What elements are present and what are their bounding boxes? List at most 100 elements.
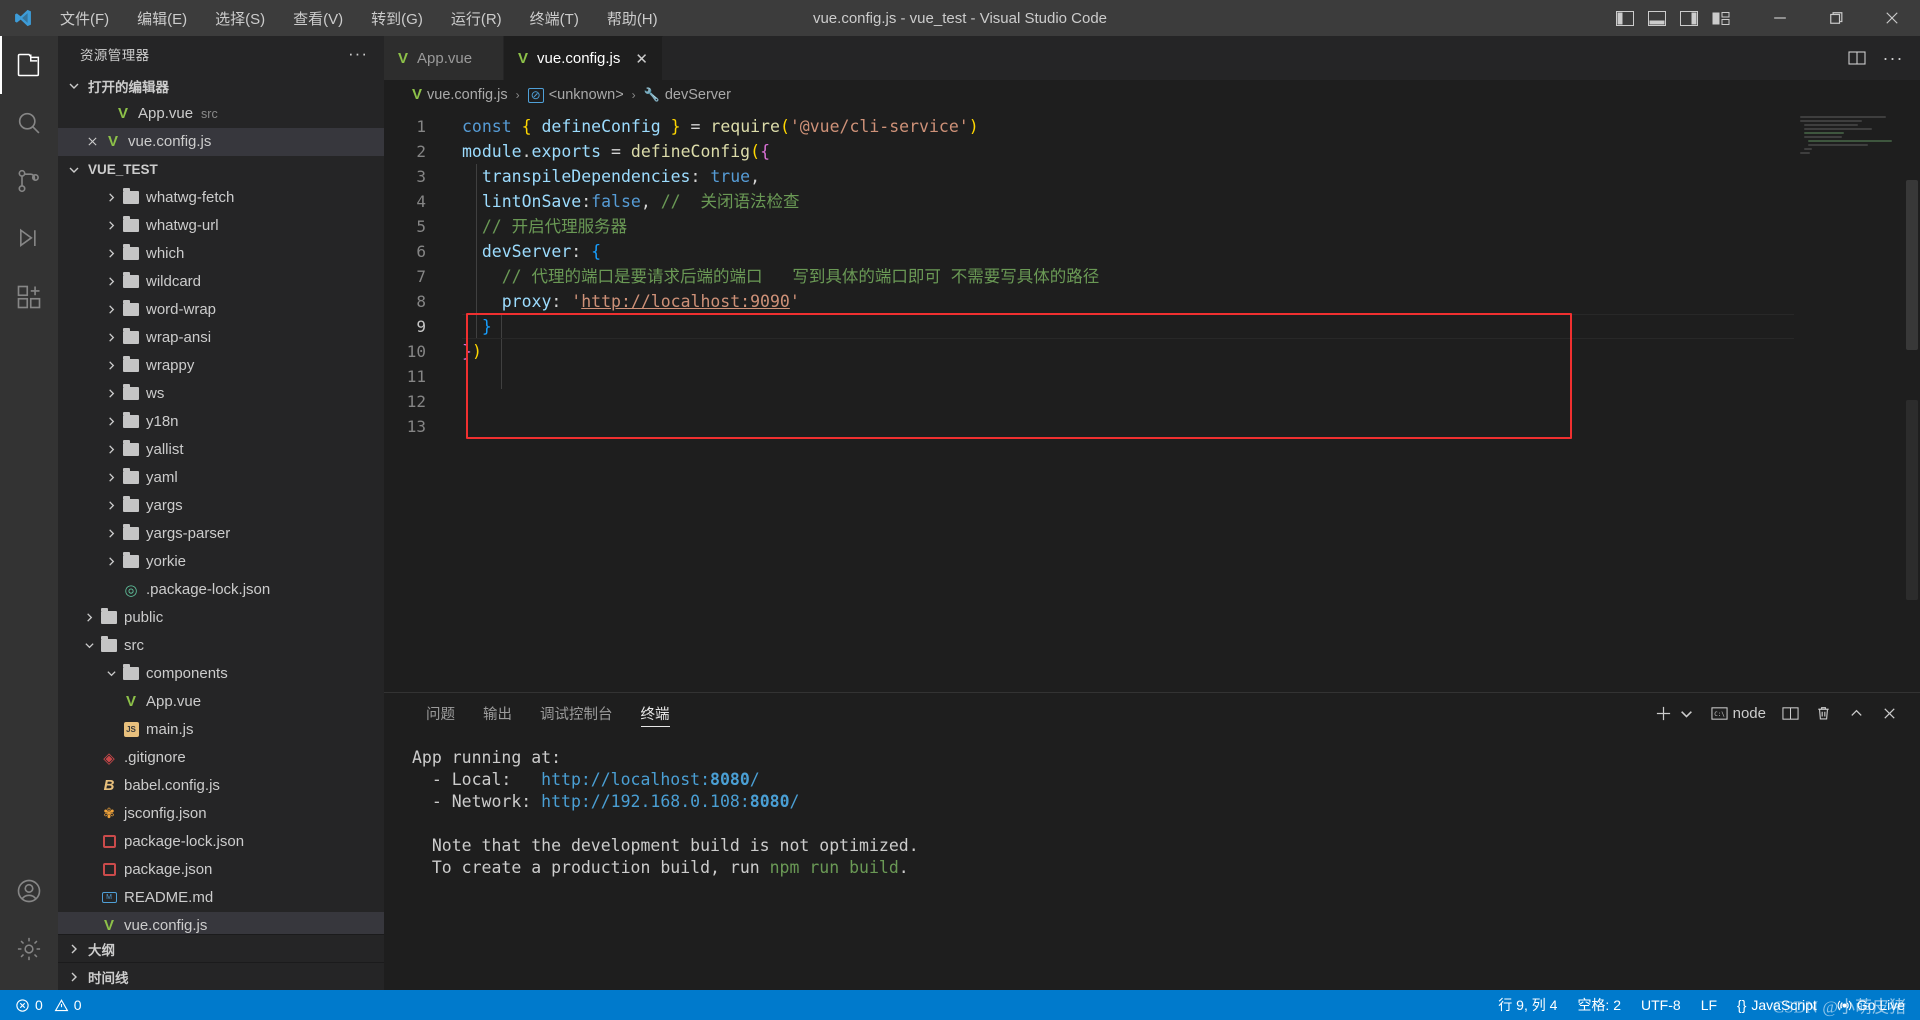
tab-vue-config-js[interactable]: V vue.config.js ✕	[504, 36, 663, 80]
chevron-right-icon[interactable]	[102, 220, 120, 231]
tree-item-package-lock-json[interactable]: package-lock.json	[58, 828, 384, 856]
minimize-button[interactable]	[1752, 0, 1808, 36]
terminal-link[interactable]: http://localhost:	[541, 770, 710, 789]
toggle-panel-icon[interactable]	[1648, 10, 1666, 26]
cursor-position[interactable]: 行 9, 列 4	[1489, 990, 1566, 1020]
chevron-right-icon[interactable]	[102, 472, 120, 483]
maximize-panel-chevron-up-icon[interactable]	[1848, 705, 1865, 722]
chevron-right-icon[interactable]	[102, 248, 120, 259]
terminal-link[interactable]: /	[750, 770, 760, 789]
tree-item-yorkie[interactable]: yorkie	[58, 548, 384, 576]
section-workspace[interactable]: VUE_TEST	[58, 156, 384, 184]
tree-item-whatwg-fetch[interactable]: whatwg-fetch	[58, 184, 384, 212]
menu-terminal[interactable]: 终端(T)	[516, 4, 593, 33]
tree-item-readme-md[interactable]: M README.md	[58, 884, 384, 912]
toggle-secondary-sidebar-icon[interactable]	[1680, 10, 1698, 26]
kill-terminal-trash-icon[interactable]	[1815, 705, 1832, 722]
section-open-editors[interactable]: 打开的编辑器	[58, 72, 384, 100]
scrollbar-thumb-lower[interactable]	[1906, 400, 1918, 600]
tree-item-yaml[interactable]: yaml	[58, 464, 384, 492]
tree-item-components[interactable]: components	[58, 660, 384, 688]
scrollbar-thumb[interactable]	[1906, 180, 1918, 350]
tree-item-src[interactable]: src	[58, 632, 384, 660]
close-panel-icon[interactable]	[1881, 705, 1898, 722]
chevron-right-icon[interactable]	[102, 500, 120, 511]
menu-go[interactable]: 转到(G)	[357, 4, 437, 33]
tree-item-gitignore[interactable]: ◈ .gitignore	[58, 744, 384, 772]
open-editor-vue-config[interactable]: V vue.config.js	[58, 127, 384, 156]
chevron-right-icon[interactable]	[102, 304, 120, 315]
activity-explorer[interactable]	[0, 36, 58, 94]
toggle-primary-sidebar-icon[interactable]	[1616, 10, 1634, 26]
activity-extensions[interactable]	[0, 268, 58, 326]
tree-item-whatwg-url[interactable]: whatwg-url	[58, 212, 384, 240]
tree-item-babel-config-js[interactable]: Bbabel.config.js	[58, 772, 384, 800]
chevron-right-icon[interactable]	[80, 612, 98, 623]
editor-vertical-scrollbar[interactable]	[1904, 110, 1920, 692]
panel-tab-output[interactable]: 输出	[469, 693, 526, 733]
encoding[interactable]: UTF-8	[1632, 990, 1690, 1020]
activity-accounts[interactable]	[0, 862, 58, 920]
chevron-right-icon[interactable]	[102, 444, 120, 455]
tree-item-yargs[interactable]: yargs	[58, 492, 384, 520]
breadcrumb-file[interactable]: V vue.config.js	[412, 87, 508, 103]
terminal-link[interactable]: /	[790, 792, 800, 811]
open-editor-app-vue[interactable]: V App.vue src	[58, 100, 384, 128]
tree-item-wrap-ansi[interactable]: wrap-ansi	[58, 324, 384, 352]
tree-item-yargs-parser[interactable]: yargs-parser	[58, 520, 384, 548]
menu-help[interactable]: 帮助(H)	[593, 4, 672, 33]
terminal-port[interactable]: 8080	[750, 792, 790, 811]
panel-tab-problems[interactable]: 问题	[412, 693, 469, 733]
tree-item-main-js[interactable]: JS main.js	[58, 716, 384, 744]
tree-item-word-wrap[interactable]: word-wrap	[58, 296, 384, 324]
tree-item-jsconfig-json[interactable]: ✾ jsconfig.json	[58, 800, 384, 828]
terminal-port[interactable]: 8080	[710, 770, 750, 789]
maximize-button[interactable]	[1808, 0, 1864, 36]
tree-item-y18n[interactable]: y18n	[58, 408, 384, 436]
chevron-right-icon[interactable]	[102, 388, 120, 399]
menu-run[interactable]: 运行(R)	[437, 4, 516, 33]
minimap[interactable]	[1794, 110, 1904, 692]
split-terminal-icon[interactable]	[1782, 705, 1799, 722]
language-mode[interactable]: {} JavaScript	[1728, 990, 1826, 1020]
chevron-down-icon[interactable]	[102, 668, 120, 679]
customize-layout-icon[interactable]	[1712, 11, 1730, 26]
terminal-output[interactable]: App running at: - Local: http://localhos…	[384, 733, 1920, 990]
chevron-right-icon[interactable]	[102, 360, 120, 371]
tree-item-yallist[interactable]: yallist	[58, 436, 384, 464]
activity-source-control[interactable]	[0, 152, 58, 210]
menu-view[interactable]: 查看(V)	[279, 4, 357, 33]
tree-item-vue-config-js[interactable]: Vvue.config.js	[58, 911, 384, 934]
code-editor[interactable]: 1 const { defineConfig } = require('@vue/…	[384, 110, 1920, 692]
tree-item-app-vue[interactable]: V App.vue	[58, 688, 384, 716]
tab-app-vue[interactable]: V App.vue	[384, 36, 504, 80]
tree-item-ws[interactable]: ws	[58, 380, 384, 408]
chevron-down-icon[interactable]	[80, 640, 98, 651]
chevron-right-icon[interactable]	[102, 528, 120, 539]
close-button[interactable]	[1864, 0, 1920, 36]
menu-edit[interactable]: 编辑(E)	[123, 4, 201, 33]
section-outline[interactable]: 大纲	[58, 934, 384, 962]
problems-status[interactable]: 0 0	[6, 990, 91, 1020]
activity-settings[interactable]	[0, 920, 58, 978]
terminal-profile-chevron-down-icon[interactable]	[1678, 705, 1695, 722]
tree-item-public[interactable]: public	[58, 604, 384, 632]
breadcrumb-symbol-unknown[interactable]: ⊘ <unknown>	[527, 87, 624, 103]
chevron-right-icon[interactable]	[102, 276, 120, 287]
menu-file[interactable]: 文件(F)	[46, 4, 123, 33]
go-live-button[interactable]: Go Live	[1828, 990, 1914, 1020]
tree-item-wildcard[interactable]: wildcard	[58, 268, 384, 296]
menu-selection[interactable]: 选择(S)	[201, 4, 279, 33]
indentation[interactable]: 空格: 2	[1568, 990, 1630, 1020]
activity-search[interactable]	[0, 94, 58, 152]
split-editor-icon[interactable]	[1848, 49, 1866, 67]
tree-item-package-lock-json[interactable]: ◎ .package-lock.json	[58, 576, 384, 604]
close-editor-icon[interactable]	[82, 136, 102, 147]
tree-item-wrappy[interactable]: wrappy	[58, 352, 384, 380]
terminal-link[interactable]: http://192.168.0.108:	[541, 792, 750, 811]
end-of-line[interactable]: LF	[1692, 990, 1726, 1020]
tree-item-which[interactable]: which	[58, 240, 384, 268]
panel-tab-debug-console[interactable]: 调试控制台	[526, 693, 627, 733]
tab-close-icon[interactable]: ✕	[635, 50, 648, 68]
chevron-right-icon[interactable]	[102, 416, 120, 427]
